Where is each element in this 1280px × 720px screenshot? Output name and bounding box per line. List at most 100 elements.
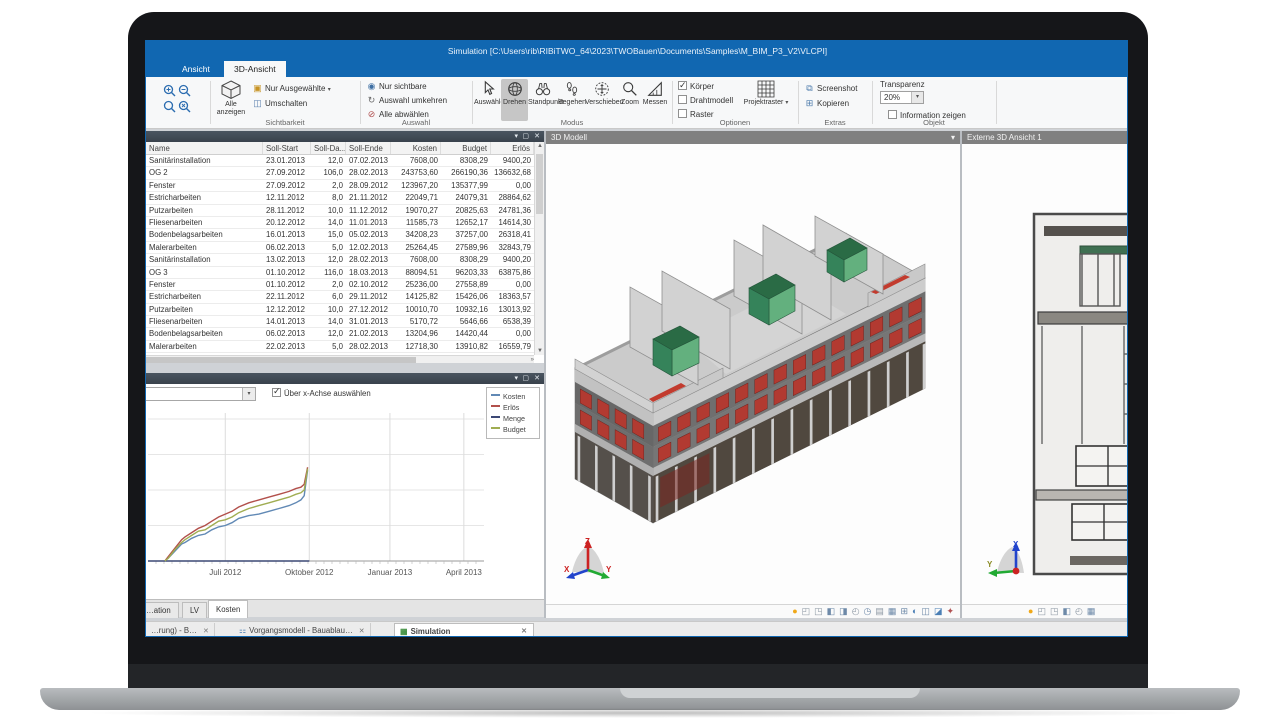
scrollbar-thumb[interactable] [146,357,416,363]
magnifier-icon [621,80,639,98]
tab-kosten[interactable]: Kosten [208,600,248,618]
scroll-down-icon[interactable]: ▼ [537,348,543,354]
shade-left-icon[interactable]: ◧ [1062,605,1071,618]
auswaehlen-button[interactable]: Auswählen [474,79,501,121]
table-row[interactable]: Bodenbelagsarbeiten 06.02.2013 12,0 21.0… [146,328,534,340]
table-row[interactable]: Malerarbeiten 22.02.2013 5,0 28.02.2013 … [146,341,534,353]
column-header-soll-start[interactable]: Soll-Start [263,142,311,154]
doc-tab-vorgangsmodell[interactable]: ⚏Vorgangsmodell - Bauablau…✕ [234,623,371,637]
alle-anzeigen-button[interactable]: Alle anzeigen [214,79,248,121]
umschalten-button[interactable]: ◫Umschalten [252,97,307,110]
table-row[interactable]: Putzarbeiten 12.12.2012 10,0 27.12.2012 … [146,304,534,316]
table-row[interactable]: Estricharbeiten 12.11.2012 8,0 21.11.201… [146,192,534,204]
begehen-button[interactable]: Begehen [558,79,585,121]
drehen-button[interactable]: Drehen [501,79,528,121]
cost-line-chart[interactable]: Juli 2012Oktober 2012Januar 2013April 20… [148,411,484,581]
table-horizontal-scrollbar[interactable]: » [146,355,534,363]
table-row[interactable]: Malerarbeiten 06.02.2013 5,0 12.02.2013 … [146,242,534,254]
table-row[interactable]: Estricharbeiten 22.11.2012 6,0 29.11.201… [146,291,534,303]
transparenz-select[interactable]: 20%▾ [880,91,924,104]
table-row[interactable]: Fliesenarbeiten 14.01.2013 14,0 31.01.20… [146,316,534,328]
table-row[interactable]: Sanitärinstallation 13.02.2013 12,0 28.0… [146,254,534,266]
lightbulb-icon[interactable]: ● [1028,605,1033,618]
nur-sichtbare-button[interactable]: ◉Nur sichtbare [366,80,427,93]
zoom-out-icon[interactable] [178,84,191,97]
table-row[interactable]: Bodenbelagsarbeiten 16.01.2013 15,0 05.0… [146,229,534,241]
column-header-kosten[interactable]: Kosten [391,142,441,154]
column-header-erloes[interactable]: Erlös [491,142,534,154]
tab-simulation-view[interactable]: …ation [145,602,179,618]
kopieren-button[interactable]: ⊞Kopieren [804,97,849,110]
projektraster-button[interactable]: Projektraster ▾ [740,79,792,121]
close-tab-icon[interactable]: ✕ [521,624,527,637]
rotate-cw-icon[interactable]: ◴ [852,605,860,618]
view-top-icon[interactable]: ◰ [1037,605,1046,618]
table-row[interactable]: Fenster 01.10.2012 2,0 02.10.2012 25236,… [146,279,534,291]
tab-ansicht[interactable]: Ansicht [172,61,220,77]
zoom-in-icon[interactable] [163,84,176,97]
tab-3d-ansicht[interactable]: 3D-Ansicht [224,61,286,77]
corner-shade-icon[interactable]: ◪ [934,605,943,618]
zoom-window-icon[interactable] [163,100,176,113]
grid-view-icon[interactable]: ▦ [1087,605,1096,618]
table-row[interactable]: OG 2 27.09.2012 106,0 28.02.2013 243753,… [146,167,534,179]
close-panel-icon[interactable]: ✕ [534,131,540,142]
shade-right-icon[interactable]: ◨ [839,605,848,618]
koerper-checkbox[interactable]: Körper [678,80,714,93]
standpunkt-button[interactable]: Standpunkt [528,79,558,121]
float-panel-icon[interactable]: ▢ [522,373,529,384]
drahtmodell-checkbox[interactable]: Drahtmodell [678,94,733,107]
column-header-soll-dauer[interactable]: Soll-Da... [311,142,346,154]
external-3d-panel: Externe 3D Ansicht 1 [962,131,1128,618]
rotate-cw-icon[interactable]: ◴ [1075,605,1083,618]
float-panel-icon[interactable]: ▢ [522,131,529,142]
lightbulb-icon[interactable]: ● [792,605,797,618]
splitter[interactable] [960,131,962,618]
series-combobox[interactable]: ▾ [145,387,256,401]
view-top-icon[interactable]: ◰ [802,605,811,618]
close-panel-icon[interactable]: ✕ [534,373,540,384]
column-header-name[interactable]: Name [146,142,263,154]
auswahl-umkehren-button[interactable]: ↻Auswahl umkehren [366,94,447,107]
layers-icon[interactable]: ▤ [875,605,884,618]
add-view-icon[interactable]: ⊞ [900,605,908,618]
table-row[interactable]: Fenster 27.09.2012 2,0 28.09.2012 123967… [146,180,534,192]
rotate-ccw-icon[interactable]: ◷ [864,605,872,618]
external-3d-viewport[interactable]: X Y [962,144,1128,604]
splitter[interactable] [544,131,546,618]
table-row[interactable]: Putzarbeiten 28.11.2012 10,0 11.12.2012 … [146,205,534,217]
highlight-icon[interactable]: ✦ [946,605,954,618]
nur-ausgewaehlte-button[interactable]: ▣Nur Ausgewählte ▾ [252,82,331,95]
scrollbar-thumb[interactable] [536,154,543,214]
panel-menu-icon[interactable]: ▾ [951,131,955,144]
screenshot-button[interactable]: ⧉Screenshot [804,82,857,95]
close-tab-icon[interactable]: ✕ [203,628,209,635]
zoom-mode-button[interactable]: Zoom [618,79,642,121]
collapse-panel-icon[interactable]: ▾ [514,131,518,142]
collapse-panel-icon[interactable]: ▾ [514,373,518,384]
shade-left-icon[interactable]: ◧ [827,605,836,618]
grid-view-icon[interactable]: ▦ [888,605,897,618]
split-view-icon[interactable]: ◫ [921,605,930,618]
contrast-icon[interactable]: ◐ [912,605,917,618]
model-3d-viewport[interactable]: Z X Y [546,144,960,604]
zoom-fit-icon[interactable] [178,100,191,113]
table-vertical-scrollbar[interactable]: ▲ ▼ [534,142,544,355]
verschieben-button[interactable]: Verschieben [585,79,618,121]
close-tab-icon[interactable]: ✕ [359,628,365,635]
group-extras: ⧉Screenshot ⊞Kopieren Extras [800,77,870,129]
scroll-right-icon[interactable]: » [531,356,534,364]
table-row[interactable]: OG 3 01.10.2012 116,0 18.03.2013 88094,5… [146,267,534,279]
view-side-icon[interactable]: ◳ [1050,605,1059,618]
column-header-budget[interactable]: Budget [441,142,491,154]
tab-lv[interactable]: LV [182,602,207,618]
scroll-up-icon[interactable]: ▲ [537,143,543,149]
view-side-icon[interactable]: ◳ [814,605,823,618]
table-row[interactable]: Fliesenarbeiten 20.12.2012 14,0 11.01.20… [146,217,534,229]
doc-tab-1[interactable]: …rung) - B…✕ [146,623,215,637]
table-row[interactable]: Sanitärinstallation 23.01.2013 12,0 07.0… [146,155,534,167]
messen-button[interactable]: Messen [642,79,668,121]
doc-tab-simulation[interactable]: ▦Simulation✕ [394,623,534,637]
column-header-soll-ende[interactable]: Soll-Ende [346,142,391,154]
x-axis-select-checkbox[interactable]: Über x-Achse auswählen [272,388,371,398]
